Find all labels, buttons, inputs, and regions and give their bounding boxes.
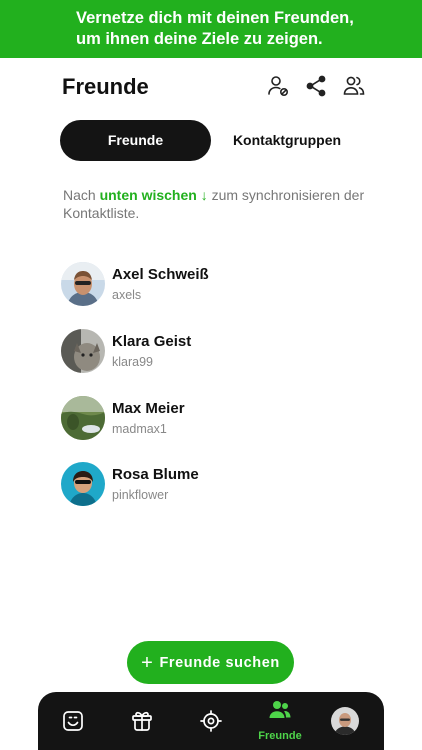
page-title: Freunde (62, 74, 149, 99)
avatar (61, 462, 105, 506)
banner-line-1: Vernetze dich mit deinen Freunden, (76, 9, 354, 27)
info-banner: Vernetze dich mit deinen Freunden, um ih… (0, 0, 422, 58)
friends-icon (269, 701, 291, 718)
plus-icon: + (141, 651, 154, 674)
friend-username: madmax1 (112, 422, 167, 436)
hint-prefix: Nach (63, 187, 100, 203)
friend-list-item[interactable]: Klara Geist klara99 (61, 329, 361, 375)
avatar (61, 396, 105, 440)
find-friends-label: Freunde suchen (159, 654, 280, 671)
avatar (61, 329, 105, 373)
friend-name: Axel Schweiß (112, 266, 209, 283)
journal-icon (63, 711, 83, 731)
nav-basket[interactable] (117, 692, 167, 750)
person-remove-icon[interactable] (266, 74, 290, 98)
nav-friends[interactable]: Freunde (255, 692, 305, 750)
banner-line-2: um ihnen deine Ziele zu zeigen. (76, 30, 323, 48)
friend-name: Klara Geist (112, 333, 192, 350)
profile-avatar[interactable] (331, 707, 359, 735)
tab-freunde[interactable]: Freunde (60, 120, 211, 161)
sync-hint: Nach unten wischen ↓ zum synchronisieren… (63, 186, 373, 222)
friend-list-item[interactable]: Max Meier madmax1 (61, 396, 361, 442)
friend-name: Rosa Blume (112, 466, 199, 483)
nav-friends-label: Freunde (258, 730, 302, 742)
find-friends-button[interactable]: + Freunde suchen (127, 641, 294, 684)
friend-username: pinkflower (112, 488, 169, 502)
bottom-nav: Freunde (38, 692, 384, 750)
friend-name: Max Meier (112, 400, 185, 417)
friend-list-item[interactable]: Rosa Blume pinkflower (61, 462, 361, 508)
friend-username: axels (112, 288, 142, 302)
share-icon[interactable] (304, 74, 328, 98)
nav-journal[interactable] (48, 692, 98, 750)
friend-username: klara99 (112, 355, 153, 369)
basket-icon (132, 711, 152, 731)
nav-target[interactable] (186, 692, 236, 750)
target-icon (200, 710, 222, 732)
people-icon[interactable] (342, 74, 366, 98)
hint-highlight: unten wischen ↓ (99, 187, 208, 203)
tab-kontaktgruppen[interactable]: Kontaktgruppen (212, 120, 362, 161)
avatar (61, 262, 105, 306)
friend-list-item[interactable]: Axel Schweiß axels (61, 262, 361, 308)
